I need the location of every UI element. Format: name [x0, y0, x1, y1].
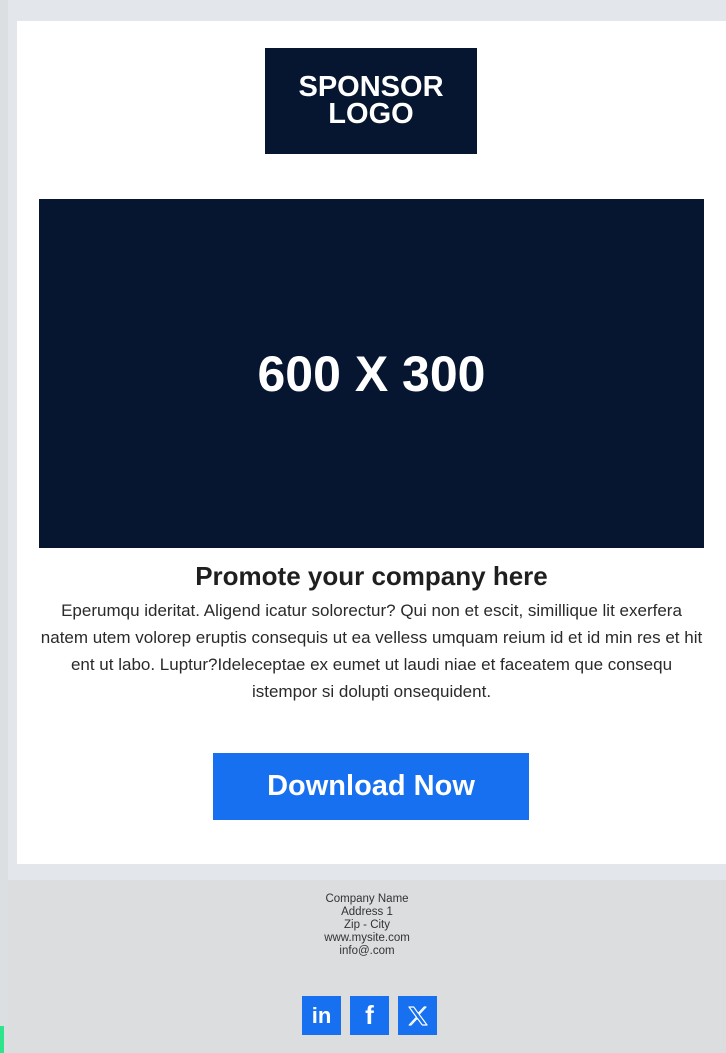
- footer-email-link[interactable]: info@.com: [8, 945, 726, 958]
- x-button[interactable]: [398, 996, 437, 1035]
- email-card: SPONSOR LOGO 600 X 300 Promote your comp…: [17, 21, 726, 864]
- social-links: in f: [302, 996, 437, 1035]
- hero-image-placeholder: 600 X 300: [39, 199, 704, 548]
- sponsor-logo: SPONSOR LOGO: [265, 48, 477, 154]
- linkedin-icon: in: [311, 1002, 332, 1028]
- sponsor-logo-line2: LOGO: [328, 98, 414, 130]
- footer-company-name: Company Name: [325, 893, 409, 905]
- footer-address: Address 1: [341, 906, 393, 918]
- promo-body-text: Eperumqu ideritat. Aligend icatur solore…: [40, 601, 703, 701]
- email-footer: Company Name Address 1 Zip - City www.my…: [8, 880, 726, 1053]
- linkedin-button[interactable]: in: [302, 996, 341, 1035]
- footer-website-link[interactable]: www.mysite.com: [8, 932, 726, 945]
- facebook-icon: f: [365, 1000, 374, 1030]
- page-left-strip: [0, 0, 8, 1053]
- footer-contact-info: Company Name Address 1 Zip - City www.my…: [8, 893, 726, 958]
- sponsor-logo-line1: SPONSOR: [298, 71, 444, 103]
- footer-zip-city: Zip - City: [344, 919, 390, 931]
- promo-headline: Promote your company here: [195, 561, 548, 591]
- x-icon: [406, 1004, 430, 1028]
- download-now-button[interactable]: Download Now: [213, 753, 529, 820]
- edge-accent-mark: [0, 1026, 4, 1053]
- facebook-button[interactable]: f: [350, 996, 389, 1035]
- hero-size-label: 600 X 300: [257, 345, 486, 402]
